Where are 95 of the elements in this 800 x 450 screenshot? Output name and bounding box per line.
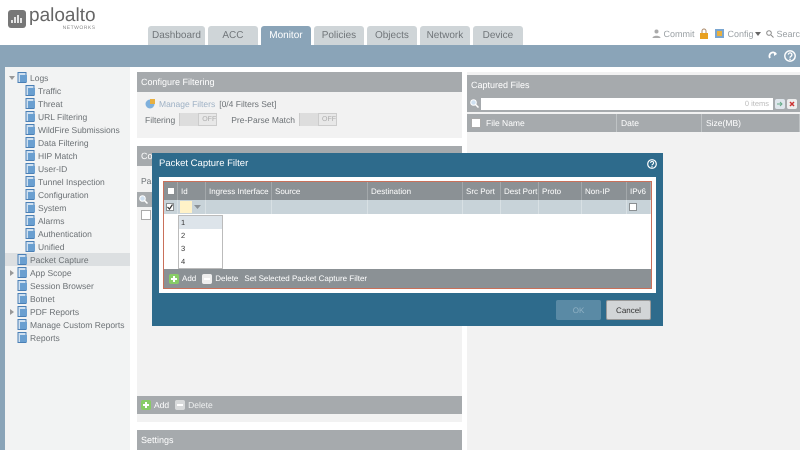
refresh-icon[interactable] [768,51,778,61]
document-icon [25,228,36,239]
document-icon [25,241,36,252]
nav-tab[interactable]: Policies [314,26,364,45]
panel-header: Settings [137,430,462,450]
nav-tab[interactable]: Dashboard [148,26,205,45]
tree-item[interactable]: Manage Custom Reports [5,318,130,331]
checkbox[interactable] [167,187,175,195]
nav-tab[interactable]: Monitor [260,26,311,45]
tree-item[interactable]: System [5,201,130,214]
plus-icon [169,274,179,284]
tree-item[interactable]: Reports [5,331,130,344]
help-icon[interactable] [784,50,796,62]
tree-item[interactable]: Data Filtering [5,136,130,149]
toggle-label: Pre-Parse Match [231,114,296,124]
logo-text: paloalto [29,6,96,25]
toggle-label: Filtering [145,114,176,124]
collapsed-arrow-icon[interactable] [9,308,15,314]
logo-icon [8,10,26,28]
document-icon [25,137,36,148]
search-icon [470,99,479,108]
document-icon [25,215,36,226]
document-icon [25,111,36,122]
document-icon [25,150,36,161]
document-icon [25,202,36,213]
cancel-button[interactable]: Cancel [606,300,651,320]
tree-item[interactable]: Botnet [5,292,130,305]
tree-item[interactable]: Session Browser [5,279,130,292]
search-icon [766,30,774,38]
document-icon [17,306,28,317]
tree-item[interactable]: Traffic [5,84,130,97]
expanded-arrow-icon[interactable] [9,74,15,80]
column-header: Date [617,114,702,132]
clear-icon[interactable] [787,98,797,108]
panel-text: Pa [141,175,152,188]
nav-tab[interactable]: Device [472,26,523,45]
checkbox[interactable] [629,203,637,211]
tree-item[interactable]: HIP Match [5,149,130,162]
document-icon [17,332,28,343]
nav-tab[interactable]: Network [420,26,470,45]
tree-item[interactable]: Configuration [5,188,130,201]
nav-tab[interactable]: ACC [208,26,258,45]
go-arrow-icon[interactable] [775,98,785,108]
column-header: File Name [467,114,617,132]
collapsed-arrow-icon[interactable] [9,270,15,276]
dialog-title: Packet Capture Filter [159,158,248,169]
nav-tab[interactable]: Objects [366,26,417,45]
document-icon [17,254,28,265]
document-icon [17,293,28,304]
caret-icon [194,205,201,209]
checkbox[interactable] [141,210,151,220]
tree-item[interactable]: App Scope [5,266,130,279]
tree-item[interactable]: Unified [5,240,130,253]
document-icon [17,319,28,330]
document-icon [17,267,28,278]
tree-item[interactable]: PDF Reports [5,305,130,318]
checkbox[interactable] [471,118,481,128]
commit-button[interactable]: Commit [652,28,694,38]
document-icon [25,124,36,135]
person-icon [652,29,662,38]
tree-item[interactable]: Threat [5,97,130,110]
document-icon [25,163,36,174]
document-icon [17,280,28,291]
document-icon [25,189,36,200]
document-icon [17,72,28,83]
tree-item[interactable]: Authentication [5,227,130,240]
add-button[interactable]: Add [141,400,170,410]
config-menu[interactable]: Config [714,28,762,39]
minus-icon [202,274,212,284]
document-icon [25,85,36,96]
document-icon [25,176,36,187]
plus-icon [141,400,151,410]
delete-button[interactable]: Delete [202,274,238,284]
add-button[interactable]: Add [169,274,196,284]
tree-item[interactable]: User-ID [5,162,130,175]
help-icon[interactable] [647,158,657,168]
search-icon [139,195,148,204]
tree-item[interactable]: Packet Capture [5,253,130,266]
column-header: Size(MB) [702,114,800,132]
set-filter-button[interactable]: Set Selected Packet Capture Filter [244,274,368,283]
checkbox[interactable] [166,203,174,211]
tree-item[interactable]: Alarms [5,214,130,227]
tree-item[interactable]: URL Filtering [5,110,130,123]
tree-item[interactable]: Logs [5,71,130,84]
id-dropdown[interactable] [180,201,201,213]
filters-status: [0/4 Filters Set] [219,98,276,108]
document-icon [25,98,36,109]
minus-icon [175,400,186,410]
panel-header: Captured Files [467,75,800,95]
search-button[interactable]: Searc [766,28,800,38]
tree-item[interactable]: Tunnel Inspection [5,175,130,188]
tree-item[interactable]: WildFire Submissions [5,123,130,136]
panel-header: Configure Filtering [137,72,462,92]
lock-icon[interactable] [699,28,710,39]
caret-icon [755,32,762,36]
